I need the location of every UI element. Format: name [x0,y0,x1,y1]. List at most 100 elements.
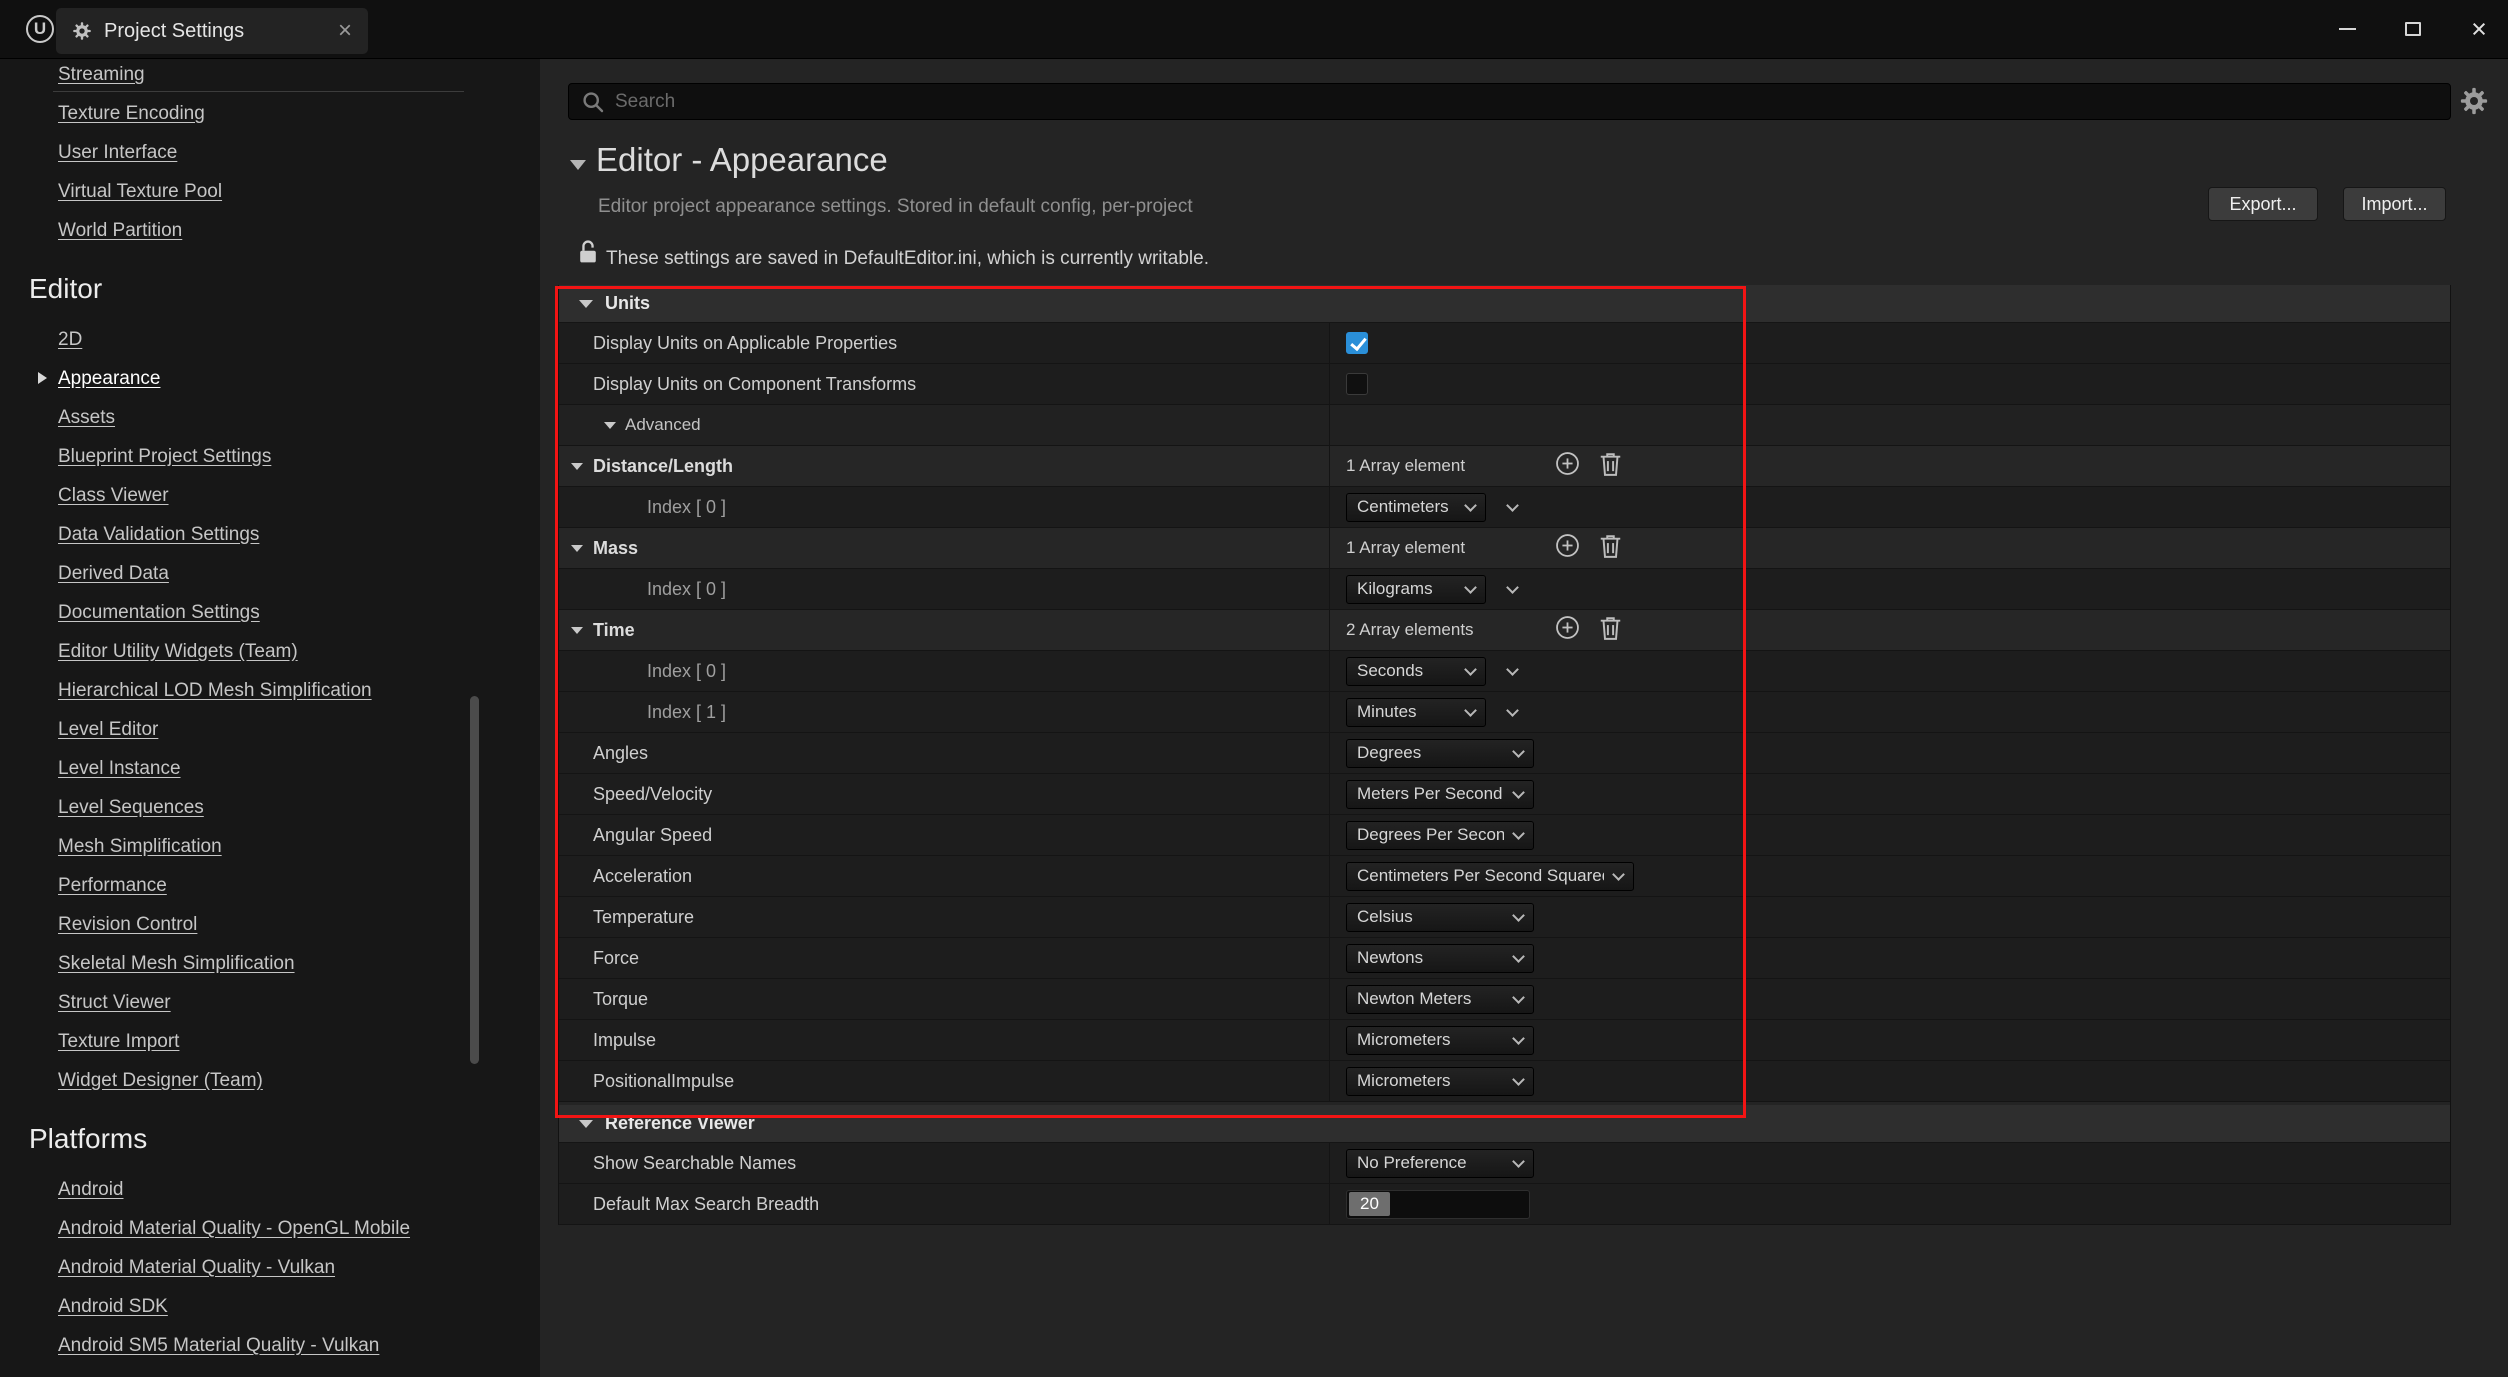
tab-project-settings[interactable]: Project Settings × [56,8,368,54]
delete-array-elements-button[interactable] [1599,533,1622,564]
display-units-component-checkbox[interactable] [1346,373,1368,395]
sidebar-divider [53,91,464,92]
sidebar-item-android-sdk[interactable]: Android SDK [0,1287,540,1326]
sidebar-item-blueprint-project-settings[interactable]: Blueprint Project Settings [0,437,540,476]
chevron-down-icon [1464,499,1477,512]
impulse-dropdown[interactable]: Micrometers [1346,1026,1534,1055]
minimize-button[interactable] [2332,14,2362,44]
sidebar-section-platforms: Platforms [0,1116,540,1162]
time-unit-dropdown[interactable]: Seconds [1346,657,1486,686]
distance-unit-dropdown[interactable]: Centimeters [1346,493,1486,522]
collapse-arrow-icon [571,627,583,634]
reference-viewer-section-header[interactable]: Reference Viewer [559,1105,2450,1143]
index-label: Index [ 0 ] [647,579,726,600]
array-element-options-dropdown[interactable] [1506,581,1519,594]
sidebar-item-performance[interactable]: Performance [0,866,540,905]
maximize-button[interactable] [2398,14,2428,44]
advanced-expander-row[interactable]: Advanced [559,405,2450,446]
sidebar-item-android-material-quality-opengl[interactable]: Android Material Quality - OpenGL Mobile [0,1209,540,1248]
sidebar-item-widget-designer[interactable]: Widget Designer (Team) [0,1061,540,1100]
angles-dropdown[interactable]: Degrees [1346,739,1534,768]
default-max-search-breadth-input[interactable]: 20 [1346,1190,1530,1219]
delete-array-elements-button[interactable] [1599,451,1622,482]
sidebar-item-android-material-quality-vulkan[interactable]: Android Material Quality - Vulkan [0,1248,540,1287]
settings-row-default-max-search-breadth: Default Max Search Breadth 20 [559,1184,2450,1225]
units-section-header[interactable]: Units [559,285,2450,323]
temperature-dropdown[interactable]: Celsius [1346,903,1534,932]
settings-row-positional-impulse: PositionalImpulse Micrometers [559,1061,2450,1102]
sidebar-item-streaming[interactable]: Streaming [0,59,540,94]
minimize-icon [2339,28,2356,30]
display-units-applicable-checkbox[interactable] [1346,332,1368,354]
row-label: Acceleration [593,866,692,887]
sidebar-item-documentation-settings[interactable]: Documentation Settings [0,593,540,632]
sidebar-item-data-validation-settings[interactable]: Data Validation Settings [0,515,540,554]
array-element-options-dropdown[interactable] [1506,499,1519,512]
unlocked-icon [576,239,600,270]
torque-dropdown[interactable]: Newton Meters [1346,985,1534,1014]
sidebar-item-editor-utility-widgets[interactable]: Editor Utility Widgets (Team) [0,632,540,671]
sidebar-item-appearance[interactable]: Appearance [0,359,540,398]
sidebar-item-revision-control[interactable]: Revision Control [0,905,540,944]
settings-row-time-element-1: Index [ 1 ] Minutes [559,692,2450,733]
sidebar-item-hierarchical-lod-mesh-simplification[interactable]: Hierarchical LOD Mesh Simplification [0,671,540,710]
units-section-title: Units [605,293,650,314]
export-button[interactable]: Export... [2208,187,2318,221]
array-element-options-dropdown[interactable] [1506,663,1519,676]
sidebar-item-world-partition[interactable]: World Partition [0,211,540,250]
add-array-element-button[interactable] [1554,614,1581,646]
row-label: Default Max Search Breadth [593,1194,819,1215]
show-searchable-names-dropdown[interactable]: No Preference [1346,1149,1534,1178]
delete-array-elements-button[interactable] [1599,615,1622,646]
unreal-logo-icon[interactable]: U [26,15,54,43]
settings-row-torque: Torque Newton Meters [559,979,2450,1020]
maximize-icon [2405,22,2421,36]
sidebar-item-2d[interactable]: 2D [0,320,540,359]
search-bar [568,83,2451,120]
search-input[interactable] [615,84,2440,119]
sidebar-item-texture-encoding[interactable]: Texture Encoding [0,94,540,133]
tab-close-icon[interactable]: × [338,19,352,43]
row-label: Speed/Velocity [593,784,712,805]
sidebar-item-assets[interactable]: Assets [0,398,540,437]
settings-row-angular-speed: Angular Speed Degrees Per Second [559,815,2450,856]
add-array-element-button[interactable] [1554,450,1581,482]
close-button[interactable]: × [2464,14,2494,44]
section-collapse-icon[interactable] [570,160,586,170]
mass-unit-dropdown[interactable]: Kilograms [1346,575,1486,604]
sidebar-item-level-instance[interactable]: Level Instance [0,749,540,788]
array-element-options-dropdown[interactable] [1506,704,1519,717]
advanced-label: Advanced [625,415,701,435]
positional-impulse-dropdown[interactable]: Micrometers [1346,1067,1534,1096]
sidebar-item-skeletal-mesh-simplification[interactable]: Skeletal Mesh Simplification [0,944,540,983]
acceleration-dropdown[interactable]: Centimeters Per Second Squared [1346,862,1634,891]
row-label: Display Units on Applicable Properties [593,333,897,354]
sidebar-item-user-interface[interactable]: User Interface [0,133,540,172]
import-button[interactable]: Import... [2343,187,2446,221]
row-label: Display Units on Component Transforms [593,374,916,395]
settings-row-mass: Mass 1 Array element [559,528,2450,569]
sidebar-item-virtual-texture-pool[interactable]: Virtual Texture Pool [0,172,540,211]
sidebar-scrollbar[interactable] [470,696,479,1064]
sidebar-item-derived-data[interactable]: Derived Data [0,554,540,593]
settings-row-distance-element-0: Index [ 0 ] Centimeters [559,487,2450,528]
time-unit-dropdown[interactable]: Minutes [1346,698,1486,727]
chevron-down-icon [1512,950,1525,963]
collapse-arrow-icon [571,463,583,470]
sidebar-item-texture-import[interactable]: Texture Import [0,1022,540,1061]
sidebar-item-mesh-simplification[interactable]: Mesh Simplification [0,827,540,866]
sidebar-item-level-editor[interactable]: Level Editor [0,710,540,749]
settings-gear-button[interactable] [2459,86,2489,116]
sidebar-item-android[interactable]: Android [0,1170,540,1209]
sidebar-item-level-sequences[interactable]: Level Sequences [0,788,540,827]
sidebar-item-class-viewer[interactable]: Class Viewer [0,476,540,515]
chevron-down-icon [1512,827,1525,840]
force-dropdown[interactable]: Newtons [1346,944,1534,973]
add-array-element-button[interactable] [1554,532,1581,564]
sidebar-section-editor: Editor [0,266,540,312]
sidebar-item-struct-viewer[interactable]: Struct Viewer [0,983,540,1022]
tab-title: Project Settings [104,20,326,43]
sidebar-item-android-sm5-material-quality-vulkan[interactable]: Android SM5 Material Quality - Vulkan [0,1326,540,1365]
angular-speed-dropdown[interactable]: Degrees Per Second [1346,821,1534,850]
speed-velocity-dropdown[interactable]: Meters Per Second [1346,780,1534,809]
